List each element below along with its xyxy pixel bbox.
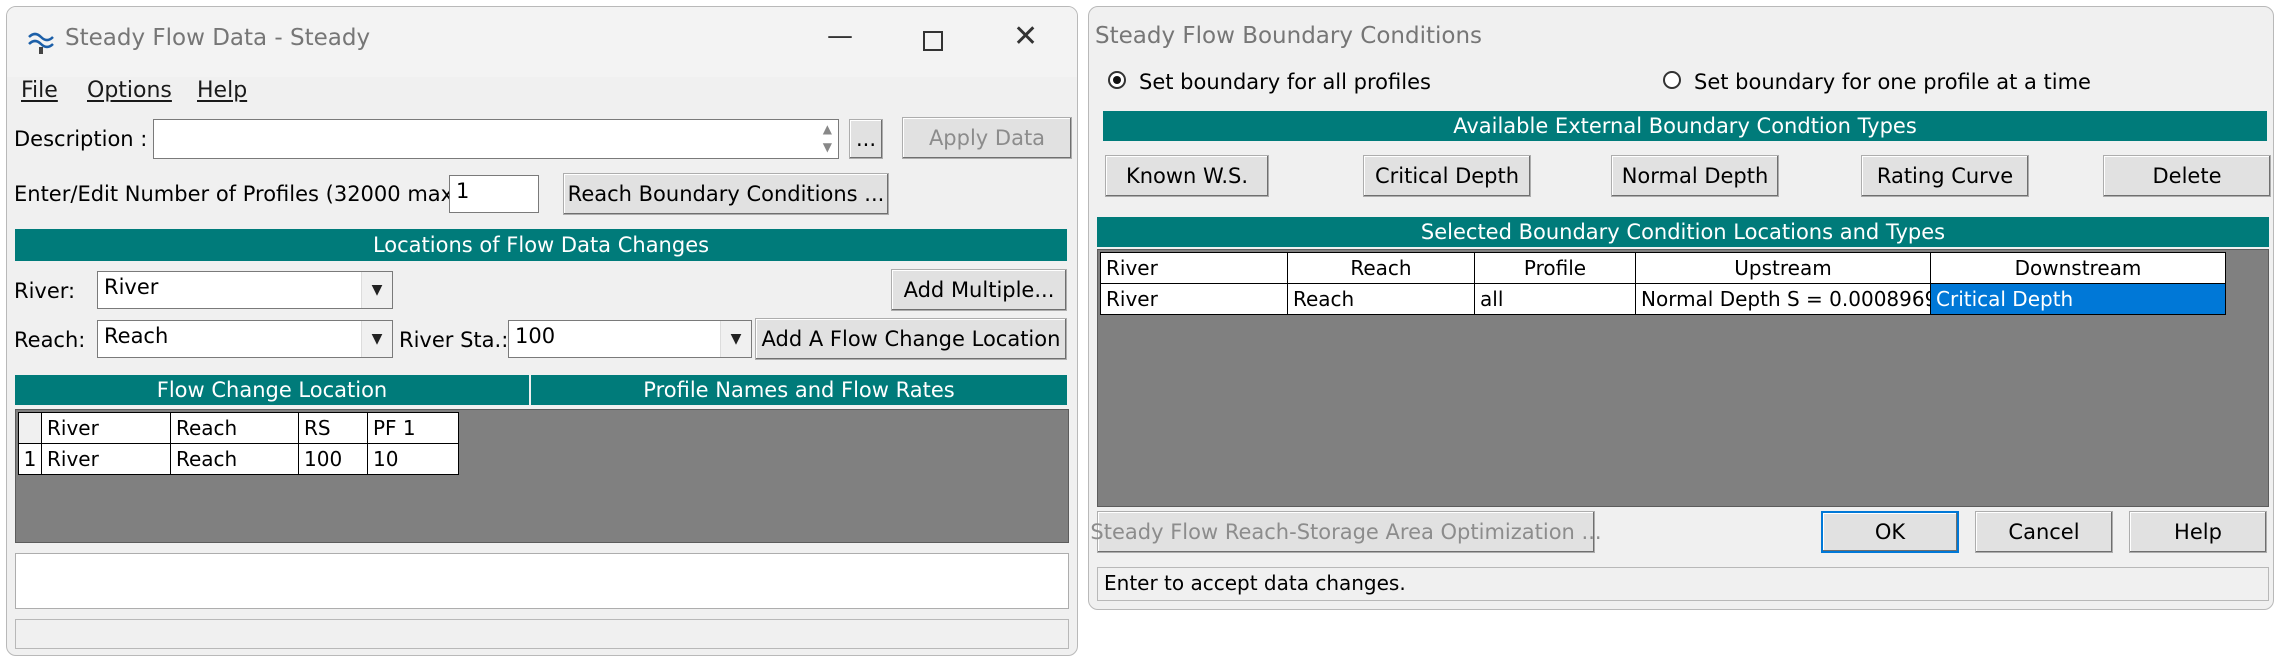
minimize-icon[interactable]: —: [827, 21, 853, 51]
app-icon: [27, 27, 57, 55]
menu-options[interactable]: Options: [87, 78, 172, 103]
table-cell-reach[interactable]: Reach: [1287, 283, 1475, 315]
radio-one-profile[interactable]: [1663, 71, 1681, 89]
flow-change-location-header: Flow Change Location: [15, 375, 529, 405]
window-title: Steady Flow Data - Steady: [65, 25, 371, 51]
locations-header: Locations of Flow Data Changes: [15, 229, 1067, 261]
river-label: River:: [14, 279, 76, 303]
menu-file[interactable]: File: [21, 78, 58, 103]
ellipsis-label: ...: [855, 127, 877, 151]
steady-flow-data-window: Steady Flow Data - Steady — ✕ File Optio…: [6, 6, 1078, 656]
radio-all-profiles-label: Set boundary for all profiles: [1139, 70, 1431, 94]
window-title: Steady Flow Boundary Conditions: [1095, 23, 1483, 49]
table-cell-river[interactable]: River: [41, 443, 171, 475]
menu-help[interactable]: Help: [197, 78, 247, 103]
flow-change-header-text: Flow Change Location: [156, 378, 388, 402]
river-sta-label: River Sta.:: [399, 328, 509, 352]
help-button[interactable]: Help: [2129, 511, 2267, 553]
column-header-river[interactable]: River: [41, 412, 171, 444]
delete-label: Delete: [2152, 164, 2222, 188]
scroll-down-icon[interactable]: ▼: [823, 140, 832, 154]
column-header-pf1[interactable]: PF 1: [367, 412, 459, 444]
description-label: Description :: [14, 127, 148, 151]
description-ellipsis-button[interactable]: ...: [849, 119, 883, 159]
river-value: River: [104, 275, 159, 299]
known-ws-label: Known W.S.: [1125, 164, 1249, 188]
column-header-downstream[interactable]: Downstream: [1930, 252, 2226, 284]
profile-names-header-text: Profile Names and Flow Rates: [643, 378, 955, 402]
cancel-label: Cancel: [2008, 520, 2080, 544]
table-cell-river[interactable]: River: [1100, 283, 1288, 315]
table-cell-reach[interactable]: Reach: [170, 443, 299, 475]
reach-bc-label: Reach Boundary Conditions ...: [567, 182, 885, 206]
optimization-button[interactable]: Steady Flow Reach-Storage Area Optimizat…: [1090, 511, 1602, 553]
boundary-table: River Reach Profile Upstream Downstream …: [1097, 249, 2269, 507]
status-text: Enter to accept data changes.: [1104, 571, 1406, 595]
river-sta-value: 100: [515, 324, 556, 348]
normal-depth-button[interactable]: Normal Depth: [1611, 155, 1779, 197]
radio-all-profiles[interactable]: [1108, 71, 1126, 89]
river-sta-combobox[interactable]: 100 ▼: [508, 320, 752, 358]
status-bar: [15, 619, 1069, 649]
column-header-river[interactable]: River: [1100, 252, 1288, 284]
apply-data-button[interactable]: Apply Data: [902, 117, 1072, 159]
column-header-reach[interactable]: Reach: [1287, 252, 1475, 284]
critical-depth-label: Critical Depth: [1374, 164, 1520, 188]
critical-depth-button[interactable]: Critical Depth: [1363, 155, 1531, 197]
help-label: Help: [2174, 520, 2222, 544]
reach-label: Reach:: [14, 328, 86, 352]
locations-header-text: Locations of Flow Data Changes: [372, 233, 710, 257]
profiles-input[interactable]: 1: [449, 175, 539, 213]
table-cell-pf1[interactable]: 10: [367, 443, 459, 475]
maximize-icon[interactable]: [923, 31, 943, 51]
status-bar: Enter to accept data changes.: [1097, 567, 2269, 601]
table-cell-profile[interactable]: all: [1474, 283, 1636, 315]
table-cell-upstream[interactable]: Normal Depth S = 0.0008969: [1635, 283, 1931, 315]
scroll-up-icon[interactable]: ▲: [823, 122, 832, 136]
selected-locations-header: Selected Boundary Condition Locations an…: [1097, 217, 2269, 247]
profile-names-header: Profile Names and Flow Rates: [531, 375, 1067, 405]
river-combobox[interactable]: River ▼: [97, 271, 393, 309]
column-header-profile[interactable]: Profile: [1474, 252, 1636, 284]
chevron-down-icon[interactable]: ▼: [361, 321, 392, 357]
row-number: 1: [18, 443, 42, 475]
profiles-label: Enter/Edit Number of Profiles (32000 max…: [14, 182, 469, 206]
column-header-upstream[interactable]: Upstream: [1635, 252, 1931, 284]
table-cell-rs[interactable]: 100: [298, 443, 368, 475]
table-cell-downstream[interactable]: Critical Depth: [1930, 283, 2226, 315]
rating-curve-button[interactable]: Rating Curve: [1861, 155, 2029, 197]
available-types-header: Available External Boundary Condtion Typ…: [1103, 111, 2267, 141]
radio-one-profile-label: Set boundary for one profile at a time: [1694, 70, 2091, 94]
normal-depth-label: Normal Depth: [1621, 164, 1769, 188]
reach-boundary-conditions-button[interactable]: Reach Boundary Conditions ...: [563, 173, 889, 215]
delete-button[interactable]: Delete: [2103, 155, 2271, 197]
message-box: [15, 553, 1069, 609]
chevron-down-icon[interactable]: ▼: [361, 272, 392, 308]
row-number-header: [18, 412, 42, 444]
close-icon[interactable]: ✕: [1013, 19, 1038, 54]
rating-curve-label: Rating Curve: [1876, 164, 2014, 188]
add-flow-change-button[interactable]: Add A Flow Change Location: [755, 318, 1067, 360]
selected-locations-header-text: Selected Boundary Condition Locations an…: [1420, 220, 1946, 244]
ok-label: OK: [1874, 520, 1906, 544]
known-ws-button[interactable]: Known W.S.: [1105, 155, 1269, 197]
add-flow-change-label: Add A Flow Change Location: [761, 327, 1061, 351]
available-types-header-text: Available External Boundary Condtion Typ…: [1453, 114, 1917, 138]
apply-data-label: Apply Data: [928, 126, 1046, 150]
chevron-down-icon[interactable]: ▼: [720, 321, 751, 357]
description-input[interactable]: ▲ ▼: [153, 119, 839, 159]
cancel-button[interactable]: Cancel: [1975, 511, 2113, 553]
optimization-label: Steady Flow Reach-Storage Area Optimizat…: [1090, 520, 1602, 544]
ok-button[interactable]: OK: [1821, 511, 1959, 553]
reach-combobox[interactable]: Reach ▼: [97, 320, 393, 358]
flow-data-table: River Reach RS PF 1 1 River Reach 100 10: [15, 409, 1069, 543]
boundary-conditions-window: Steady Flow Boundary Conditions Set boun…: [1088, 6, 2274, 610]
reach-value: Reach: [104, 324, 169, 348]
add-multiple-button[interactable]: Add Multiple...: [891, 269, 1067, 311]
profiles-value: 1: [456, 179, 470, 203]
column-header-reach[interactable]: Reach: [170, 412, 299, 444]
column-header-rs[interactable]: RS: [298, 412, 368, 444]
add-multiple-label: Add Multiple...: [903, 278, 1055, 302]
